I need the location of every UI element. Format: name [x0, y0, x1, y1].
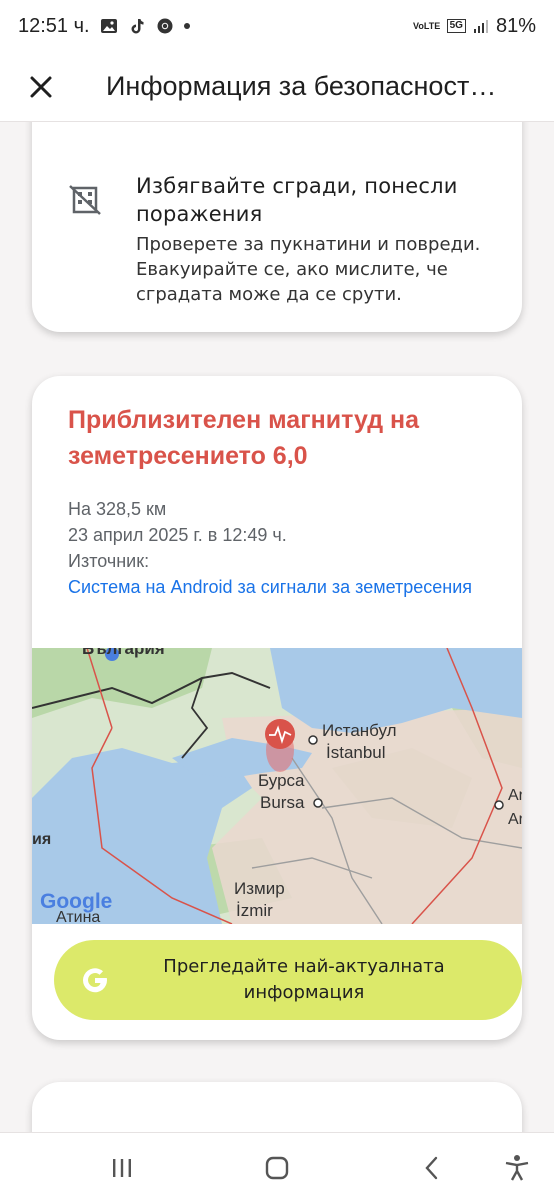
map-label-bursa-bg: Бурса [258, 771, 305, 790]
chrome-icon [157, 18, 173, 34]
battery-level: 81% [495, 14, 536, 37]
map-label-ankara-1: Ar [508, 787, 522, 804]
tiktok-icon [131, 19, 144, 34]
volte-indicator: VoLTE [413, 21, 441, 31]
source-link[interactable]: Система на Android за сигнали за земетре… [68, 574, 488, 600]
back-button[interactable] [415, 1151, 449, 1185]
safety-tip-card: Избягвайте сгради, понесли поражения Про… [32, 122, 522, 332]
status-time: 12:51 ч. [18, 14, 90, 37]
map-label-ankara-2: Ar [508, 811, 522, 828]
signal-icon [473, 20, 488, 33]
page-title: Информация за безопасност… [106, 71, 497, 101]
source-label: Източник: [68, 551, 150, 571]
content-scroll[interactable]: Избягвайте сгради, понесли поражения Про… [0, 122, 554, 1132]
map-label-izmir-bg: Измир [234, 879, 285, 898]
map-label-bursa-tr: Bursa [260, 793, 305, 812]
close-icon [30, 76, 52, 97]
network-type: 5G [446, 19, 466, 33]
close-button[interactable] [16, 62, 66, 112]
app-bar: Информация за безопасност… [0, 52, 554, 122]
latest-info-button[interactable]: Прегледайте най-актуалната информация [54, 940, 522, 1020]
earthquake-map[interactable]: България Истанбул İstanbul Бурса Bursa И… [32, 648, 522, 924]
more-notifications-dot [183, 23, 190, 29]
earthquake-card: Приблизителен магнитуд на земетресението… [32, 376, 522, 1040]
status-bar: 12:51 ч. VoLTE 5G 81% [0, 0, 554, 52]
home-icon [265, 1156, 289, 1180]
safety-tip-description: Проверете за пукнатини и повреди. Евакуи… [136, 234, 481, 305]
map-label-bulgaria: България [82, 648, 165, 658]
map-label-istanbul-tr: İstanbul [326, 743, 386, 762]
distance-text: На 328,5 км [68, 499, 167, 519]
damaged-building-icon [69, 185, 101, 215]
home-button[interactable] [260, 1151, 294, 1185]
map-label-greece: ия [32, 831, 51, 848]
google-g-icon [80, 965, 110, 995]
map-label-izmir-tr: İzmir [236, 901, 273, 920]
latest-info-label: Прегледайте най-актуалната информация [163, 956, 445, 1003]
gallery-icon [100, 19, 117, 33]
back-icon [425, 1156, 438, 1180]
recents-button[interactable] [105, 1151, 139, 1185]
next-card [32, 1082, 522, 1132]
magnitude-title: Приблизителен магнитуд на земетресението… [68, 406, 420, 470]
system-nav-bar [0, 1132, 554, 1200]
accessibility-button[interactable] [500, 1151, 534, 1185]
google-logo: Google [40, 890, 112, 913]
earthquake-meta: На 328,5 км 23 април 2025 г. в 12:49 ч. … [68, 496, 488, 600]
map-label-istanbul-bg: Истанбул [322, 721, 397, 740]
safety-tip-title: Избягвайте сгради, понесли поражения [136, 174, 458, 226]
datetime-text: 23 април 2025 г. в 12:49 ч. [68, 525, 287, 545]
recents-icon [113, 1159, 131, 1177]
accessibility-icon [505, 1155, 529, 1181]
